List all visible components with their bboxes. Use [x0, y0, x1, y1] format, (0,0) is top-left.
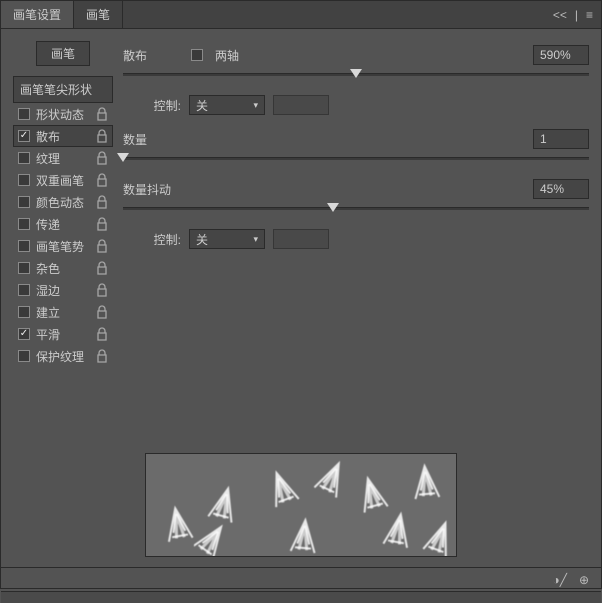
count-label: 数量: [123, 131, 163, 148]
lock-icon[interactable]: [96, 349, 108, 363]
option-checkbox[interactable]: [18, 174, 30, 186]
option-row-5[interactable]: 传递: [13, 213, 113, 235]
option-checkbox[interactable]: [18, 262, 30, 274]
count-jitter-control-label: 控制:: [123, 231, 181, 248]
chevron-down-icon: ▾: [253, 234, 258, 245]
option-row-8[interactable]: 湿边: [13, 279, 113, 301]
both-axes-label: 两轴: [215, 47, 239, 64]
panel-footer: ◑╱ ⊕: [1, 567, 601, 591]
brush-tip-shape-label: 画笔笔尖形状: [20, 83, 92, 97]
scatter-control-value-input: [273, 95, 329, 115]
count-jitter-control-dropdown[interactable]: 关 ▾: [189, 229, 265, 249]
option-checkbox[interactable]: [18, 306, 30, 318]
tab-label: 画笔设置: [13, 6, 61, 23]
scatter-control-label: 控制:: [123, 97, 181, 114]
brush-preview: [145, 453, 457, 557]
count-value: 1: [540, 132, 547, 146]
lock-icon[interactable]: [96, 239, 108, 253]
option-checkbox[interactable]: [18, 350, 30, 362]
option-row-7[interactable]: 杂色: [13, 257, 113, 279]
lock-icon[interactable]: [96, 283, 108, 297]
lock-icon[interactable]: [96, 129, 108, 143]
brush-preset-button[interactable]: 画笔: [36, 41, 90, 66]
tab-brush[interactable]: 画笔: [74, 1, 123, 28]
divider-icon: |: [575, 8, 578, 22]
option-checkbox[interactable]: [18, 130, 30, 142]
option-row-1[interactable]: 散布: [13, 125, 113, 147]
option-label: 纹理: [36, 150, 92, 167]
option-checkbox[interactable]: [18, 108, 30, 120]
lock-icon[interactable]: [96, 173, 108, 187]
option-label: 建立: [36, 304, 92, 321]
tab-bar: 画笔设置 画笔 << | ≡: [1, 1, 601, 29]
bottom-bar: [1, 591, 601, 603]
scatter-control-dropdown[interactable]: 关 ▾: [189, 95, 265, 115]
option-row-3[interactable]: 双重画笔: [13, 169, 113, 191]
option-label: 画笔笔势: [36, 238, 92, 255]
option-label: 颜色动态: [36, 194, 92, 211]
option-label: 散布: [36, 128, 92, 145]
option-row-2[interactable]: 纹理: [13, 147, 113, 169]
option-checkbox[interactable]: [18, 328, 30, 340]
scatter-value: 590%: [540, 48, 571, 62]
lock-icon[interactable]: [96, 305, 108, 319]
option-checkbox[interactable]: [18, 218, 30, 230]
collapse-icon[interactable]: <<: [553, 8, 567, 22]
count-jitter-label: 数量抖动: [123, 181, 183, 198]
count-jitter-value-input[interactable]: 45%: [533, 179, 589, 199]
options-column: 画笔 画笔笔尖形状 形状动态散布纹理双重画笔颜色动态传递画笔笔势杂色湿边建立平滑…: [13, 41, 113, 447]
scatter-value-input[interactable]: 590%: [533, 45, 589, 65]
both-axes-checkbox[interactable]: [191, 49, 203, 61]
lock-icon[interactable]: [96, 261, 108, 275]
brush-button-label: 画笔: [51, 47, 75, 61]
option-checkbox[interactable]: [18, 284, 30, 296]
option-label: 保护纹理: [36, 348, 92, 365]
option-checkbox[interactable]: [18, 240, 30, 252]
tab-brush-settings[interactable]: 画笔设置: [1, 1, 74, 28]
option-row-0[interactable]: 形状动态: [13, 103, 113, 125]
option-label: 湿边: [36, 282, 92, 299]
settings-column: 散布 两轴 590% 控制: 关 ▾ 数量 1: [123, 41, 589, 447]
option-label: 双重画笔: [36, 172, 92, 189]
menu-icon[interactable]: ≡: [586, 8, 593, 22]
count-slider[interactable]: [123, 153, 589, 171]
option-checkbox[interactable]: [18, 196, 30, 208]
option-row-9[interactable]: 建立: [13, 301, 113, 323]
lock-icon[interactable]: [96, 217, 108, 231]
count-jitter-control-value: 关: [196, 231, 208, 248]
lock-icon[interactable]: [96, 195, 108, 209]
brush-tip-shape[interactable]: 画笔笔尖形状: [13, 76, 113, 103]
scatter-label: 散布: [123, 47, 163, 64]
option-row-4[interactable]: 颜色动态: [13, 191, 113, 213]
option-label: 形状动态: [36, 106, 92, 123]
count-jitter-value: 45%: [540, 182, 564, 196]
chevron-down-icon: ▾: [253, 100, 258, 111]
scatter-slider[interactable]: [123, 69, 589, 87]
option-checkbox[interactable]: [18, 152, 30, 164]
count-value-input[interactable]: 1: [533, 129, 589, 149]
lock-icon[interactable]: [96, 107, 108, 121]
new-preset-icon[interactable]: ⊕: [579, 573, 589, 587]
option-label: 平滑: [36, 326, 92, 343]
lock-icon[interactable]: [96, 151, 108, 165]
count-jitter-slider[interactable]: [123, 203, 589, 221]
option-row-6[interactable]: 画笔笔势: [13, 235, 113, 257]
scatter-control-value: 关: [196, 97, 208, 114]
option-row-10[interactable]: 平滑: [13, 323, 113, 345]
toggle-preview-icon[interactable]: ◑╱: [552, 573, 566, 587]
count-jitter-control-value-input: [273, 229, 329, 249]
preview-area: [1, 447, 601, 567]
tab-label: 画笔: [86, 6, 110, 23]
lock-icon[interactable]: [96, 327, 108, 341]
panel-body: 画笔 画笔笔尖形状 形状动态散布纹理双重画笔颜色动态传递画笔笔势杂色湿边建立平滑…: [1, 29, 601, 447]
option-label: 传递: [36, 216, 92, 233]
option-row-11[interactable]: 保护纹理: [13, 345, 113, 367]
option-label: 杂色: [36, 260, 92, 277]
